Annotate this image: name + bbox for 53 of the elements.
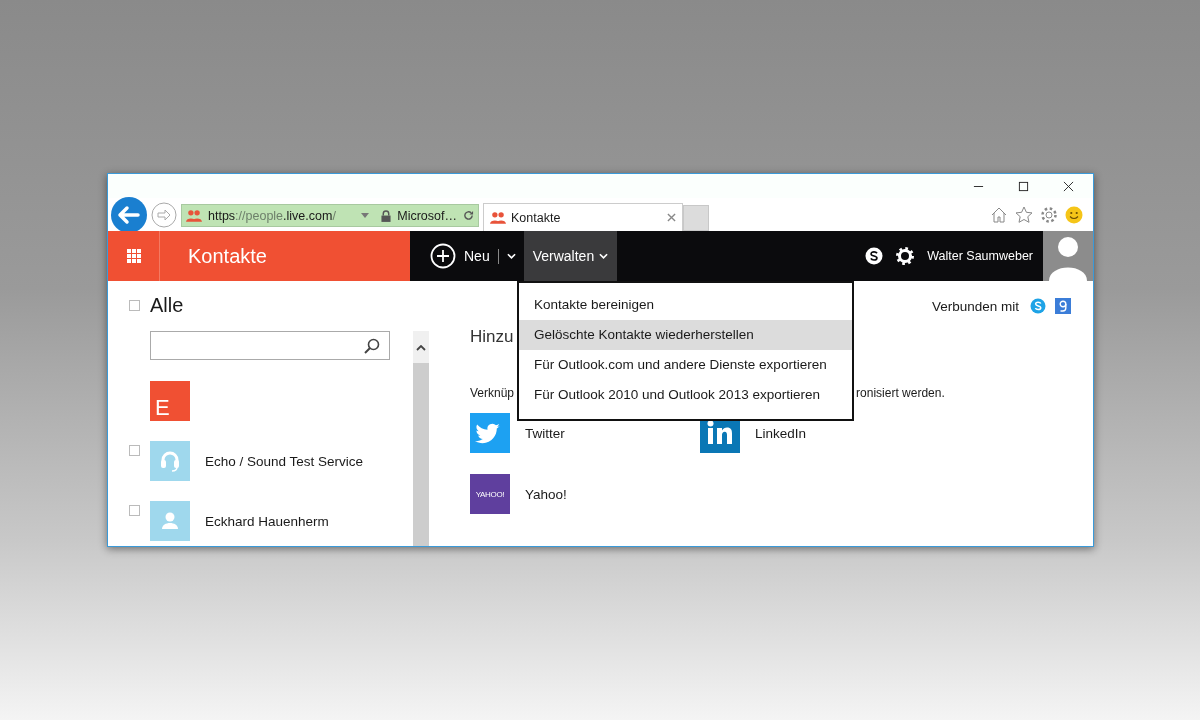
contact-name[interactable]: Echo / Sound Test Service <box>205 453 364 469</box>
scroll-up-icon[interactable] <box>416 345 426 351</box>
maximize-icon[interactable] <box>1018 180 1029 192</box>
chevron-icon <box>506 253 516 259</box>
menu-item[interactable]: Für Outlook.com und andere Dienste exportieren <box>519 350 852 380</box>
service-name[interactable]: LinkedIn <box>755 425 807 441</box>
browser-tab[interactable]: Kontakte <box>483 203 683 231</box>
search-icon[interactable] <box>364 337 380 354</box>
site-identity: Microsof… <box>397 208 457 223</box>
skype-icon[interactable] <box>865 247 884 265</box>
new-button[interactable]: Neu <box>410 231 524 281</box>
user-name[interactable]: Walter Saumweber <box>927 249 1033 263</box>
close-icon[interactable] <box>1063 180 1074 192</box>
grid-icon <box>126 249 141 263</box>
manage-menu-button[interactable]: Verwalten <box>523 231 618 281</box>
address-bar[interactable]: https://people.live.com/ Microsof… <box>181 204 479 227</box>
description-text: Verknüp <box>470 385 515 402</box>
menu-item[interactable]: Kontakte bereinigen <box>519 290 852 320</box>
url-text: https://people.live.com/ <box>208 208 337 223</box>
lock-icon <box>381 209 392 222</box>
section-heading: Hinzu <box>470 326 514 348</box>
checkbox[interactable] <box>129 505 140 516</box>
service-name[interactable]: Yahoo! <box>525 486 567 502</box>
yahoo-logo[interactable]: YAHOO! <box>470 474 510 514</box>
checkbox[interactable] <box>129 445 140 456</box>
filter-label: Alle <box>150 293 184 317</box>
smiley-icon[interactable] <box>1065 205 1083 224</box>
dropdown-icon[interactable] <box>361 213 370 218</box>
star-icon[interactable] <box>1015 205 1033 224</box>
menu-item[interactable]: Für Outlook 2010 und Outlook 2013 exportieren <box>519 380 852 410</box>
app-title: Kontakte <box>188 244 267 268</box>
contact-avatar <box>150 501 190 541</box>
refresh-icon[interactable] <box>463 210 474 221</box>
people-icon <box>490 211 506 224</box>
letter-header[interactable]: E <box>150 381 190 421</box>
menu-item[interactable]: Gelöschte Kontakte wiederherstellen <box>519 320 852 350</box>
contact-name[interactable]: Eckhard Hauenherm <box>205 513 329 529</box>
plus-icon <box>430 243 456 269</box>
description-text: ronisiert werden. <box>856 385 945 402</box>
forward-icon[interactable] <box>151 201 177 228</box>
connected-label: Verbunden mit <box>931 298 1019 314</box>
service-name[interactable]: Twitter <box>525 425 565 441</box>
user-avatar[interactable] <box>1043 231 1093 281</box>
checkbox[interactable] <box>129 299 140 311</box>
google-icon[interactable] <box>1055 298 1071 314</box>
bird-icon[interactable] <box>470 413 510 453</box>
people-icon <box>186 209 202 222</box>
search-field[interactable] <box>150 331 390 360</box>
contact-avatar <box>150 441 190 481</box>
chevron-icon <box>599 253 609 259</box>
home-icon[interactable] <box>990 205 1008 224</box>
close-tab-icon[interactable] <box>667 213 676 222</box>
back-icon[interactable] <box>110 195 148 234</box>
